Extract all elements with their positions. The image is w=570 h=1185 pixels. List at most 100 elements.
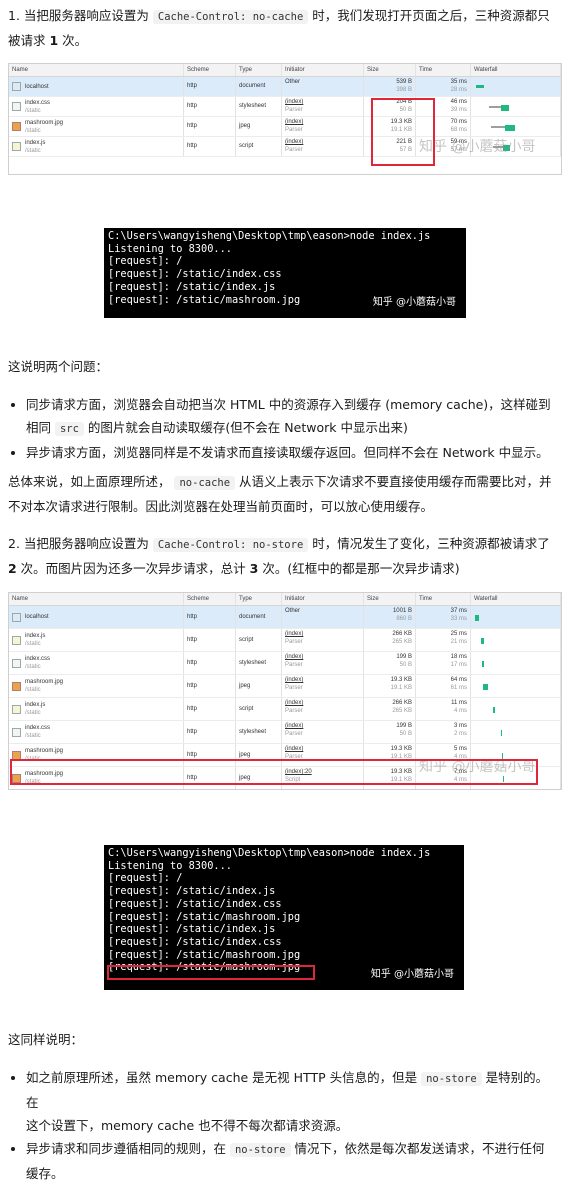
request-type: script <box>239 706 254 712</box>
request-time-secondary: 4 ms <box>453 708 467 714</box>
network-request-row[interactable]: mashroom.jpg/static http jpeg (index) Parser… <box>9 117 561 137</box>
file-icon <box>12 727 21 737</box>
request-size-secondary: 50 B <box>399 731 412 737</box>
request-scheme: http <box>187 83 198 89</box>
request-time-secondary: 21 ms <box>450 639 467 645</box>
network-header-row: Name Scheme Type Initiator Size Time Waterfall <box>9 64 561 77</box>
request-type: document <box>239 614 266 620</box>
terminal-line: C:\Users\wangyisheng\Desktop\tmp\eason>n… <box>108 230 431 242</box>
request-size-secondary: 50 B <box>399 662 412 668</box>
request-initiator[interactable]: (index) <box>285 676 360 684</box>
network-request-row[interactable]: index.js/static http script (index) Parser 26… <box>9 698 561 721</box>
waterfall-bar <box>482 661 484 667</box>
waterfall-bar <box>475 615 479 621</box>
request-initiator[interactable]: (index) <box>285 630 360 638</box>
request-initiator-secondary: Parser <box>285 147 303 153</box>
watermark: 知乎 @小蘑菇小哥 <box>370 969 454 981</box>
list-item: 异步请求和同步遵循相同的规则，在 no-store 情况下，依然是每次都发送请求… <box>26 1137 560 1185</box>
column-header[interactable]: Name <box>9 593 184 605</box>
file-icon <box>12 122 21 131</box>
request-time-secondary: 2 ms <box>453 731 467 737</box>
request-type: jpeg <box>239 123 251 129</box>
waterfall-bar <box>501 104 509 111</box>
network-request-row[interactable]: localhost http document Other 539 B 398 B 35 m… <box>9 77 561 97</box>
network-request-row[interactable]: index.css/static http stylesheet (index) Par… <box>9 97 561 117</box>
column-header[interactable]: Type <box>236 64 282 76</box>
request-path: /static <box>25 733 41 739</box>
network-request-row[interactable]: index.js/static http script (index) Parser 26… <box>9 629 561 652</box>
request-initiator[interactable]: (index) <box>285 653 360 661</box>
request-size: 199 B <box>396 723 412 729</box>
terminal-line: [request]: /static/index.css <box>108 897 282 910</box>
request-initiator[interactable]: (index) <box>285 745 360 753</box>
request-time-secondary: 33 ms <box>450 616 467 622</box>
terminal-line: [request]: /static/index.css <box>108 935 282 948</box>
network-header-row: Name Scheme Type Initiator Size Time Waterfall <box>9 593 561 606</box>
network-request-row[interactable]: index.css/static http stylesheet (index) Par… <box>9 652 561 675</box>
terminal-line: [request]: / <box>108 872 183 885</box>
request-scheme: http <box>187 683 198 689</box>
request-scheme: http <box>187 660 198 666</box>
request-time: 25 ms <box>450 631 467 637</box>
request-scheme: http <box>187 729 198 735</box>
waterfall-wait-bar <box>489 105 501 108</box>
terminal-line: [request]: /static/mashroom.jpg <box>108 910 301 923</box>
request-initiator[interactable]: (index) <box>285 138 360 146</box>
explanation-2: 这同样说明： <box>8 1032 84 1047</box>
column-header[interactable]: Waterfall <box>471 64 561 76</box>
list-item: 异步请求方面，浏览器同样是不发请求而直接读取缓存返回。但同样不会在 Networ… <box>26 441 560 464</box>
request-initiator[interactable]: (index) <box>285 699 360 707</box>
request-initiator[interactable]: (index) <box>285 98 360 106</box>
column-header[interactable]: Size <box>364 593 416 605</box>
section1-intro: 1. 当把服务器响应设置为 Cache-Control: no-cache 时，… <box>8 8 550 48</box>
network-request-row[interactable]: mashroom.jpg/static http jpeg (index) Parser… <box>9 675 561 698</box>
network-request-row[interactable]: index.css/static http stylesheet (index) Par… <box>9 721 561 744</box>
explanation-1: 这说明两个问题： <box>8 355 560 378</box>
request-size-secondary: 398 B <box>396 87 412 93</box>
request-time: 35 ms <box>450 79 467 85</box>
column-header[interactable]: Size <box>364 64 416 76</box>
request-name: mashroom.jpg <box>25 679 64 685</box>
request-type: stylesheet <box>239 103 267 109</box>
network-request-row[interactable]: localhost http document Other 1001 B 860 B 37 … <box>9 606 561 629</box>
request-size: 1001 B <box>392 608 412 614</box>
terminal-line: Listening to 8300... <box>108 859 232 872</box>
request-initiator: Other <box>285 608 301 614</box>
terminal-line: [request]: /static/mashroom.jpg <box>108 948 301 961</box>
request-name: localhost <box>25 83 49 90</box>
column-header[interactable]: Name <box>9 64 184 76</box>
column-header[interactable]: Initiator <box>282 593 364 605</box>
column-header[interactable]: Scheme <box>184 593 236 605</box>
request-path: /static <box>25 687 41 693</box>
highlight-box <box>371 98 435 166</box>
column-header[interactable]: Time <box>416 593 471 605</box>
watermark: 知乎 @小蘑菇小哥 <box>372 297 456 309</box>
column-header[interactable]: Scheme <box>184 64 236 76</box>
column-header[interactable]: Time <box>416 64 471 76</box>
request-path: /static <box>25 147 41 154</box>
request-path: /static <box>25 107 41 114</box>
request-type: script <box>239 143 254 149</box>
column-header[interactable]: Type <box>236 593 282 605</box>
file-icon <box>12 658 21 668</box>
request-initiator: Other <box>285 79 301 85</box>
request-scheme: http <box>187 614 198 620</box>
request-scheme: http <box>187 143 198 149</box>
request-time: 11 ms <box>451 700 467 706</box>
request-name: index.js <box>25 702 46 708</box>
request-initiator[interactable]: (index) <box>285 722 360 730</box>
explanation-2-list: 如之前原理所述，虽然 memory cache 是无视 HTTP 头信息的，但是… <box>8 1066 560 1185</box>
request-size: 199 B <box>396 654 412 660</box>
request-path: /static <box>25 664 41 670</box>
column-header[interactable]: Initiator <box>282 64 364 76</box>
request-size: 539 B <box>396 79 412 85</box>
request-size: 266 KB <box>392 700 412 706</box>
request-name: index.js <box>25 633 46 639</box>
request-time: 5 ms <box>453 746 467 752</box>
request-time-secondary: 28 ms <box>450 87 467 93</box>
waterfall-bar <box>501 730 502 736</box>
request-initiator[interactable]: (index) <box>285 118 360 126</box>
terminal-line: [request]: /static/index.css <box>108 268 282 281</box>
request-time: 18 ms <box>450 654 467 660</box>
column-header[interactable]: Waterfall <box>471 593 561 605</box>
